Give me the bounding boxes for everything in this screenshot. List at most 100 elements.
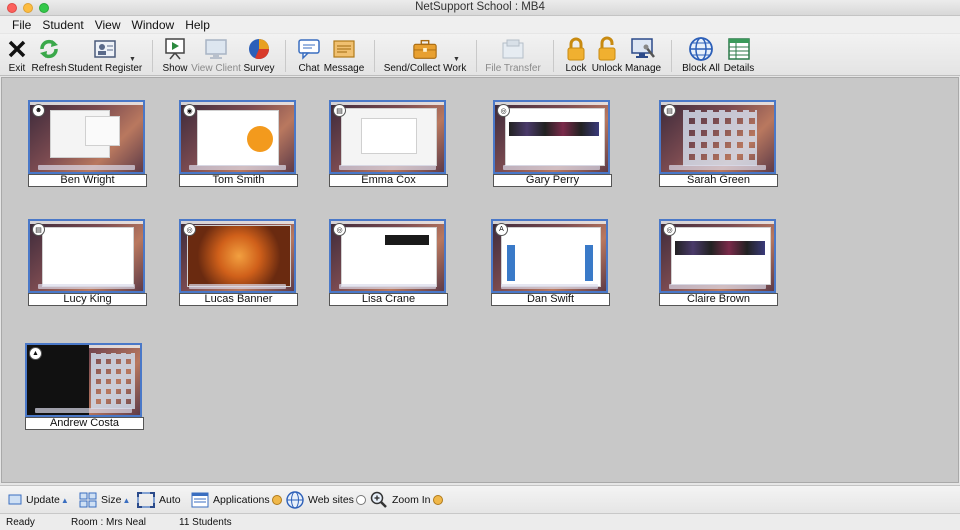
lock-button[interactable]: Lock (563, 36, 589, 76)
unlock-button[interactable]: Unlock (591, 36, 623, 76)
survey-button[interactable]: Survey (243, 36, 275, 76)
toolbar-separator (553, 40, 554, 72)
file-transfer-icon (500, 36, 526, 62)
student-thumbnail[interactable]: ▤ Sarah Green (659, 100, 778, 187)
student-thumbnail[interactable]: A Dan Swift (491, 219, 610, 306)
manage-button[interactable]: Manage (625, 36, 661, 76)
student-screen-preview[interactable]: ▤ (659, 100, 776, 174)
student-name-label[interactable]: Sarah Green (659, 174, 778, 187)
unlock-label: Unlock (591, 63, 623, 74)
student-screen-preview[interactable]: ◉ (179, 100, 296, 174)
applications-icon (191, 492, 209, 508)
chat-button[interactable]: Chat (296, 36, 322, 76)
menu-file[interactable]: File (12, 18, 31, 32)
size-control[interactable]: Size ▲ (79, 491, 130, 509)
applications-label: Applications (213, 494, 270, 506)
student-screen-preview[interactable]: A (491, 219, 608, 293)
file-transfer-label: File Transfer (485, 63, 541, 74)
send-collect-work-label: Send/Collect Work (383, 63, 467, 74)
student-thumbnail[interactable]: ▤ Emma Cox (329, 100, 448, 187)
size-label: Size (101, 494, 122, 506)
block-all-button[interactable]: Block All (682, 36, 720, 76)
zoom-in-control[interactable]: Zoom In (370, 491, 443, 509)
student-thumbnail[interactable]: ◎ Gary Perry (493, 100, 612, 187)
zoom-in-label: Zoom In (392, 494, 431, 506)
lock-label: Lock (565, 63, 587, 74)
student-thumbnail[interactable]: ◎ Lisa Crane (329, 219, 448, 306)
appstore-app-icon: A (495, 223, 508, 236)
status-room: Room : Mrs Neal (71, 517, 147, 528)
student-name-label[interactable]: Dan Swift (491, 293, 610, 306)
zoom-in-radio[interactable] (432, 495, 443, 505)
student-name-label[interactable]: Lucy King (28, 293, 147, 306)
auto-fit-icon (137, 492, 155, 508)
keynote-app-icon: ▲ (29, 347, 42, 360)
student-register-label: Student Register (67, 63, 143, 74)
student-screen-preview[interactable]: ◎ (493, 100, 610, 174)
monitor-icon (203, 36, 229, 62)
student-name-label[interactable]: Ben Wright (28, 174, 147, 187)
message-button[interactable]: Message (324, 36, 364, 76)
student-name-label[interactable]: Gary Perry (493, 174, 612, 187)
globe-icon (688, 36, 714, 62)
toolbar-separator (285, 40, 286, 72)
student-name-label[interactable]: Tom Smith (179, 174, 298, 187)
menu-help[interactable]: Help (185, 18, 210, 32)
student-thumbnail[interactable]: ◉ Tom Smith (179, 100, 298, 187)
chat-bubble-icon (296, 36, 322, 62)
student-screen-preview[interactable]: ◎ (659, 219, 776, 293)
student-thumbnail[interactable]: ▤ Lucy King (28, 219, 147, 306)
details-button[interactable]: Details (723, 36, 755, 76)
message-icon (331, 36, 357, 62)
student-screen-preview[interactable]: ◎ (179, 219, 296, 293)
student-thumbnail[interactable]: ☻ Ben Wright (28, 100, 147, 187)
toolbar: Exit Refresh Student Register ▼ Show Vie… (0, 34, 960, 76)
view-client-label: View Client (191, 63, 241, 74)
student-name-label[interactable]: Lisa Crane (329, 293, 448, 306)
menu-window[interactable]: Window (132, 18, 175, 32)
websites-radio[interactable] (355, 495, 366, 505)
student-name-label[interactable]: Emma Cox (329, 174, 448, 187)
refresh-button[interactable]: Refresh (32, 36, 67, 76)
student-thumbnail[interactable]: ◎ Lucas Banner (179, 219, 298, 306)
menu-view[interactable]: View (95, 18, 121, 32)
student-screen-preview[interactable]: ☻ (28, 100, 145, 174)
view-client-button[interactable]: View Client (191, 36, 241, 76)
send-collect-dropdown-icon[interactable]: ▼ (453, 56, 460, 63)
chat-label: Chat (298, 63, 320, 74)
register-dropdown-icon[interactable]: ▼ (129, 56, 136, 63)
exit-label: Exit (8, 63, 26, 74)
auto-control[interactable]: Auto (137, 491, 181, 509)
student-thumbnail[interactable]: ▲ Andrew Costa (25, 343, 144, 430)
size-arrow-icon[interactable]: ▲ (122, 496, 130, 505)
file-transfer-button[interactable]: File Transfer (485, 36, 541, 76)
student-name-label[interactable]: Andrew Costa (25, 417, 144, 430)
notes-app-icon: ▤ (32, 223, 45, 236)
student-screen-preview[interactable]: ▤ (28, 219, 145, 293)
applications-radio[interactable] (271, 495, 282, 505)
refresh-icon (36, 36, 62, 62)
update-control[interactable]: Update ▲ (8, 491, 69, 509)
websites-control[interactable]: Web sites (286, 491, 366, 509)
details-label: Details (723, 63, 755, 74)
student-name-label[interactable]: Lucas Banner (179, 293, 298, 306)
show-button[interactable]: Show (162, 36, 188, 76)
exit-button[interactable]: Exit (4, 36, 30, 76)
notes-app-icon: ▤ (663, 104, 676, 117)
status-bar: Ready Room : Mrs Neal 11 Students (0, 513, 960, 530)
view-controls-bar: Update ▲ Size ▲ Auto Applications Web site… (0, 485, 960, 512)
student-screen-preview[interactable]: ▤ (329, 100, 446, 174)
status-state: Ready (6, 517, 35, 528)
toolbar-separator (671, 40, 672, 72)
manage-monitor-icon (630, 36, 656, 62)
update-arrow-icon[interactable]: ▲ (61, 496, 69, 505)
student-thumbnail[interactable]: ◎ Claire Brown (659, 219, 778, 306)
student-screen-preview[interactable]: ▲ (25, 343, 142, 417)
applications-control[interactable]: Applications (191, 491, 282, 509)
student-thumbnail-area: ☻ Ben Wright ◉ Tom Smith ▤ Emma Cox ◎ Gary Perr… (1, 77, 959, 483)
websites-globe-icon (286, 491, 304, 509)
menu-student[interactable]: Student (42, 18, 83, 32)
student-name-label[interactable]: Claire Brown (659, 293, 778, 306)
student-screen-preview[interactable]: ◎ (329, 219, 446, 293)
briefcase-icon (412, 36, 438, 62)
